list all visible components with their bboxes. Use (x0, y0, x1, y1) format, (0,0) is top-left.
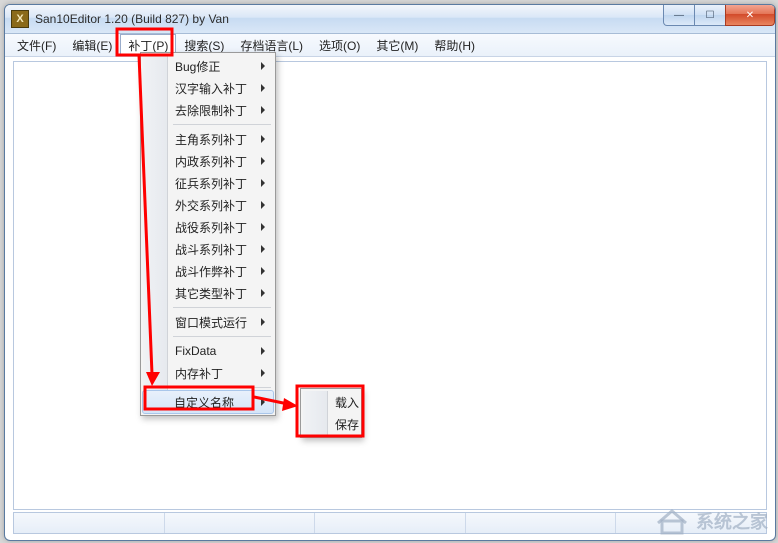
menu-item-label: 窗口模式运行 (175, 314, 247, 331)
app-window: X San10Editor 1.20 (Build 827) by Van — … (4, 4, 776, 541)
menu-item-other-type-patch[interactable]: 其它类型补丁 (143, 282, 273, 304)
menu-item-fixdata[interactable]: FixData (143, 340, 273, 362)
menu-item-custom-name[interactable]: 自定义名称 (142, 390, 274, 414)
menu-item-diplomacy-patch[interactable]: 外交系列补丁 (143, 194, 273, 216)
menu-item-label: 战斗系列补丁 (175, 241, 247, 258)
submenu-arrow-icon (261, 223, 265, 231)
submenu-arrow-icon (261, 347, 265, 355)
menu-item-label: 汉字输入补丁 (175, 80, 247, 97)
menu-item-label: Bug修正 (175, 58, 220, 75)
minimize-icon: — (674, 10, 684, 21)
menu-item-window-mode[interactable]: 窗口模式运行 (143, 311, 273, 333)
submenu-arrow-icon (261, 398, 265, 406)
patch-dropdown-menu: Bug修正 汉字输入补丁 去除限制补丁 主角系列补丁 内政系列补丁 征兵系列补丁… (140, 52, 276, 416)
menu-item-campaign-patch[interactable]: 战役系列补丁 (143, 216, 273, 238)
client-area (13, 61, 767, 510)
menu-item-conscript-patch[interactable]: 征兵系列补丁 (143, 172, 273, 194)
minimize-button[interactable]: — (663, 5, 695, 26)
submenu-arrow-icon (261, 106, 265, 114)
menu-other[interactable]: 其它(M) (368, 34, 426, 56)
menu-patch-label: 补丁(P) (128, 37, 168, 54)
submenu-item-load[interactable]: 载入 (303, 391, 363, 413)
submenu-arrow-icon (261, 289, 265, 297)
menu-item-label: 战役系列补丁 (175, 219, 247, 236)
submenu-item-save[interactable]: 保存 (303, 413, 363, 435)
menu-separator (173, 307, 271, 308)
menu-help[interactable]: 帮助(H) (426, 34, 483, 56)
app-icon-letter: X (16, 13, 23, 25)
submenu-arrow-icon (261, 62, 265, 70)
submenu-arrow-icon (261, 179, 265, 187)
menu-options-label: 选项(O) (319, 37, 360, 54)
menu-separator (173, 336, 271, 337)
menu-file-label: 文件(F) (17, 37, 56, 54)
submenu-arrow-icon (261, 318, 265, 326)
menu-item-label: 内存补丁 (175, 365, 223, 382)
menu-item-label: FixData (175, 344, 216, 358)
watermark: 系统之家 (654, 507, 768, 535)
menu-options[interactable]: 选项(O) (311, 34, 368, 56)
menu-item-hanzi-input-patch[interactable]: 汉字输入补丁 (143, 77, 273, 99)
maximize-icon: ☐ (706, 10, 715, 21)
menu-other-label: 其它(M) (376, 37, 418, 54)
menu-edit[interactable]: 编辑(E) (64, 34, 120, 56)
menu-item-battle-patch[interactable]: 战斗系列补丁 (143, 238, 273, 260)
menu-item-label: 其它类型补丁 (175, 285, 247, 302)
menu-item-protagonist-patch[interactable]: 主角系列补丁 (143, 128, 273, 150)
watermark-text: 系统之家 (696, 508, 768, 534)
menu-item-label: 保存 (335, 416, 359, 433)
statusbar-segment (315, 513, 466, 533)
app-icon: X (11, 10, 29, 28)
maximize-button[interactable]: ☐ (694, 5, 726, 26)
submenu-arrow-icon (261, 84, 265, 92)
menu-item-politics-patch[interactable]: 内政系列补丁 (143, 150, 273, 172)
menu-item-label: 内政系列补丁 (175, 153, 247, 170)
menu-search-label: 搜索(S) (184, 37, 224, 54)
menu-item-remove-limit-patch[interactable]: 去除限制补丁 (143, 99, 273, 121)
close-button[interactable]: ✕ (725, 5, 775, 26)
submenu-arrow-icon (261, 135, 265, 143)
menu-save-language-label: 存档语言(L) (240, 37, 303, 54)
submenu-arrow-icon (261, 245, 265, 253)
menu-item-label: 自定义名称 (174, 394, 234, 411)
submenu-arrow-icon (261, 157, 265, 165)
titlebar: X San10Editor 1.20 (Build 827) by Van — … (5, 5, 775, 34)
menu-item-label: 载入 (335, 394, 359, 411)
menu-item-label: 战斗作弊补丁 (175, 263, 247, 280)
custom-name-submenu: 载入 保存 (300, 388, 362, 438)
submenu-arrow-icon (261, 267, 265, 275)
caption-buttons: — ☐ ✕ (664, 5, 775, 25)
close-icon: ✕ (746, 10, 754, 21)
menu-help-label: 帮助(H) (434, 37, 475, 54)
menu-item-memory-patch[interactable]: 内存补丁 (143, 362, 273, 384)
window-title: San10Editor 1.20 (Build 827) by Van (35, 12, 229, 26)
submenu-arrow-icon (261, 201, 265, 209)
statusbar-segment (14, 513, 165, 533)
menu-file[interactable]: 文件(F) (9, 34, 64, 56)
menu-item-label: 征兵系列补丁 (175, 175, 247, 192)
menu-edit-label: 编辑(E) (72, 37, 112, 54)
menu-item-label: 主角系列补丁 (175, 131, 247, 148)
menu-item-bug-fix[interactable]: Bug修正 (143, 55, 273, 77)
submenu-arrow-icon (261, 369, 265, 377)
menubar: 文件(F) 编辑(E) 补丁(P) 搜索(S) 存档语言(L) 选项(O) 其它… (5, 34, 775, 57)
statusbar-segment (165, 513, 316, 533)
menu-item-battle-cheat-patch[interactable]: 战斗作弊补丁 (143, 260, 273, 282)
menu-separator (173, 124, 271, 125)
menu-separator (173, 387, 271, 388)
watermark-house-icon (654, 507, 690, 535)
menu-item-label: 去除限制补丁 (175, 102, 247, 119)
menu-item-label: 外交系列补丁 (175, 197, 247, 214)
statusbar-segment (466, 513, 617, 533)
